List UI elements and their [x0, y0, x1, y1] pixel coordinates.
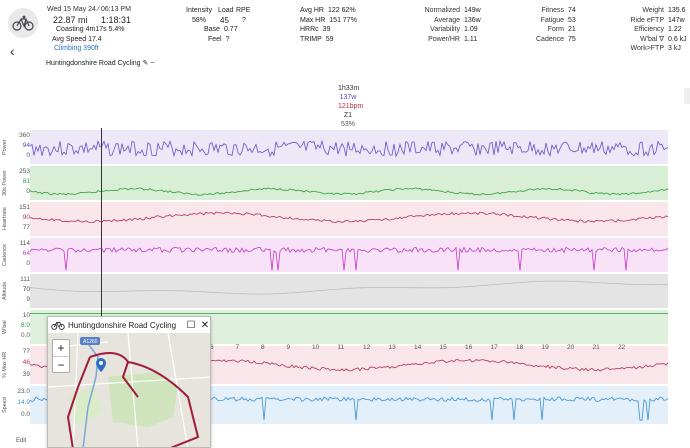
- power-stats: Normalized 149w Average 136w Variability 1.…: [424, 7, 481, 43]
- bicycle-icon: [12, 15, 34, 31]
- avg-speed-stat: Avg Speed 17.4: [52, 36, 102, 43]
- x-tick-label: 8: [261, 344, 265, 351]
- x-tick-label: 13: [388, 344, 396, 351]
- tick-label: 0.0: [20, 410, 30, 418]
- lane-ticks: 360 94 0: [14, 132, 30, 162]
- cycling-avatar: [8, 8, 38, 38]
- back-chevron-icon[interactable]: ‹: [10, 44, 15, 58]
- tick-label: 0: [26, 152, 30, 159]
- lane-ticks: 77 46 39: [14, 348, 30, 382]
- lane-plot: [30, 238, 668, 272]
- duration-value: 1:18:31: [101, 15, 132, 25]
- tick-label: 360: [19, 132, 30, 139]
- x-tick-label: 22: [618, 344, 626, 351]
- load-stat: Load 45: [218, 7, 234, 25]
- lane-plot: [30, 130, 668, 164]
- bicycle-icon: [51, 322, 65, 330]
- lane-label: Cadence: [2, 243, 8, 267]
- map-popup[interactable]: A1260 Huntingdonshire Road Cycling ☐ ✕ +…: [47, 316, 211, 448]
- lane-ticks: 253 81 0: [14, 168, 30, 198]
- x-tick-label: 10: [312, 344, 320, 351]
- tick-label: 77: [22, 348, 30, 355]
- tick-label: 23.0: [17, 388, 30, 395]
- scroll-edge[interactable]: [684, 88, 690, 104]
- x-tick-label: 18: [516, 344, 524, 351]
- fitness-stats: Fitness 74 Fatigue 53 Form 21 Cadence 75: [536, 7, 576, 43]
- map-titlebar[interactable]: Huntingdonshire Road Cycling ☐ ✕: [48, 317, 210, 333]
- weight-stats: Weight 135.6 Ride eFTP 147w Efficiency 1.22…: [630, 7, 687, 52]
- lane-plot: [30, 202, 668, 236]
- tick-label: 111: [20, 276, 30, 283]
- x-tick-label: 11: [337, 344, 345, 351]
- tick-label: 8.0: [20, 322, 30, 329]
- tick-label: 10: [22, 312, 30, 319]
- lane-background: [30, 202, 668, 236]
- x-tick-label: 15: [439, 344, 447, 351]
- lane-background: [30, 238, 668, 272]
- x-tick-label: 7: [235, 344, 240, 351]
- lane-ticks: 111 70 9: [14, 276, 30, 306]
- climbing-stat[interactable]: Climbing 390ft: [54, 45, 99, 52]
- map-canvas: A1260: [48, 332, 210, 447]
- tick-label: 0.0: [20, 332, 30, 339]
- tick-label: 64: [22, 250, 30, 257]
- x-tick-label: 16: [465, 344, 473, 351]
- lane-label: Power: [2, 139, 8, 155]
- lane-label: Speed: [2, 397, 8, 413]
- rpe-stat[interactable]: RPE ?: [236, 6, 250, 25]
- x-tick-label: 21: [592, 344, 600, 351]
- zoom-out-button[interactable]: −: [53, 357, 69, 373]
- lane-ticks: 114 64 0: [14, 240, 30, 270]
- tick-label: 14.9: [17, 399, 30, 407]
- maximize-icon[interactable]: ☐: [184, 320, 198, 331]
- tick-label: 253: [19, 168, 30, 175]
- tick-label: 94: [22, 142, 30, 149]
- distance-value[interactable]: 22.87 mi: [53, 15, 88, 25]
- tick-label: 81: [22, 178, 30, 185]
- activity-date[interactable]: Wed 15 May 24 ⁄ 06:13 PM: [47, 6, 131, 13]
- lane-label: % Max HR: [2, 351, 8, 379]
- tick-label: 0: [26, 188, 30, 195]
- close-icon[interactable]: ✕: [198, 320, 210, 331]
- tick-label: 0: [26, 260, 30, 267]
- tick-label: 77: [22, 224, 30, 231]
- x-tick-label: 19: [541, 344, 549, 351]
- tick-label: 9: [26, 296, 30, 303]
- x-tick-label: 20: [567, 344, 575, 351]
- cursor-stats: 1h33m 137w 121bpm Z1 53%: [338, 85, 364, 128]
- lane-plot: [30, 274, 668, 308]
- lane-background: [30, 166, 668, 200]
- lane-label: Altitude: [2, 281, 8, 301]
- lane-label: Heartrate: [2, 207, 8, 231]
- tick-label: 151: [19, 204, 30, 211]
- zoom-control[interactable]: + −: [52, 339, 70, 373]
- edit-link[interactable]: Edit: [16, 438, 26, 444]
- map-title: Huntingdonshire Road Cycling: [68, 320, 177, 330]
- tick-label: 114: [19, 240, 30, 247]
- hr-stats: Avg HR 122 62% Max HR 151 77% HRRc 39 TRIMP…: [300, 7, 357, 43]
- lane-ticks: 10 8.0 0.0: [14, 312, 30, 342]
- x-tick-label: 12: [363, 344, 371, 351]
- x-tick-label: 9: [286, 344, 291, 351]
- tick-label: 39: [22, 370, 30, 378]
- svg-text:A1260: A1260: [83, 339, 98, 345]
- lane-label: 30s Power: [2, 170, 8, 196]
- zoom-in-button[interactable]: +: [53, 340, 69, 356]
- lane-label: W'bal: [2, 320, 8, 334]
- x-tick-label: 14: [414, 344, 422, 351]
- route-name[interactable]: Huntingdonshire Road Cycling ✎ ~: [46, 59, 154, 67]
- lane-plot: [30, 166, 668, 200]
- activity-header: ‹ Wed 15 May 24 ⁄ 06:13 PM 22.87 mi 1:18…: [0, 0, 690, 78]
- coasting-stat: Coasting 4m17s 5.4%: [56, 26, 125, 33]
- tick-label: 70: [22, 286, 30, 293]
- lane-ticks: 23.0 14.9 0.0: [14, 388, 30, 422]
- x-tick-label: 17: [490, 344, 498, 351]
- tick-label: 46: [22, 359, 30, 367]
- lane-ticks: 151 90 77: [14, 204, 30, 234]
- tick-label: 90: [22, 214, 30, 221]
